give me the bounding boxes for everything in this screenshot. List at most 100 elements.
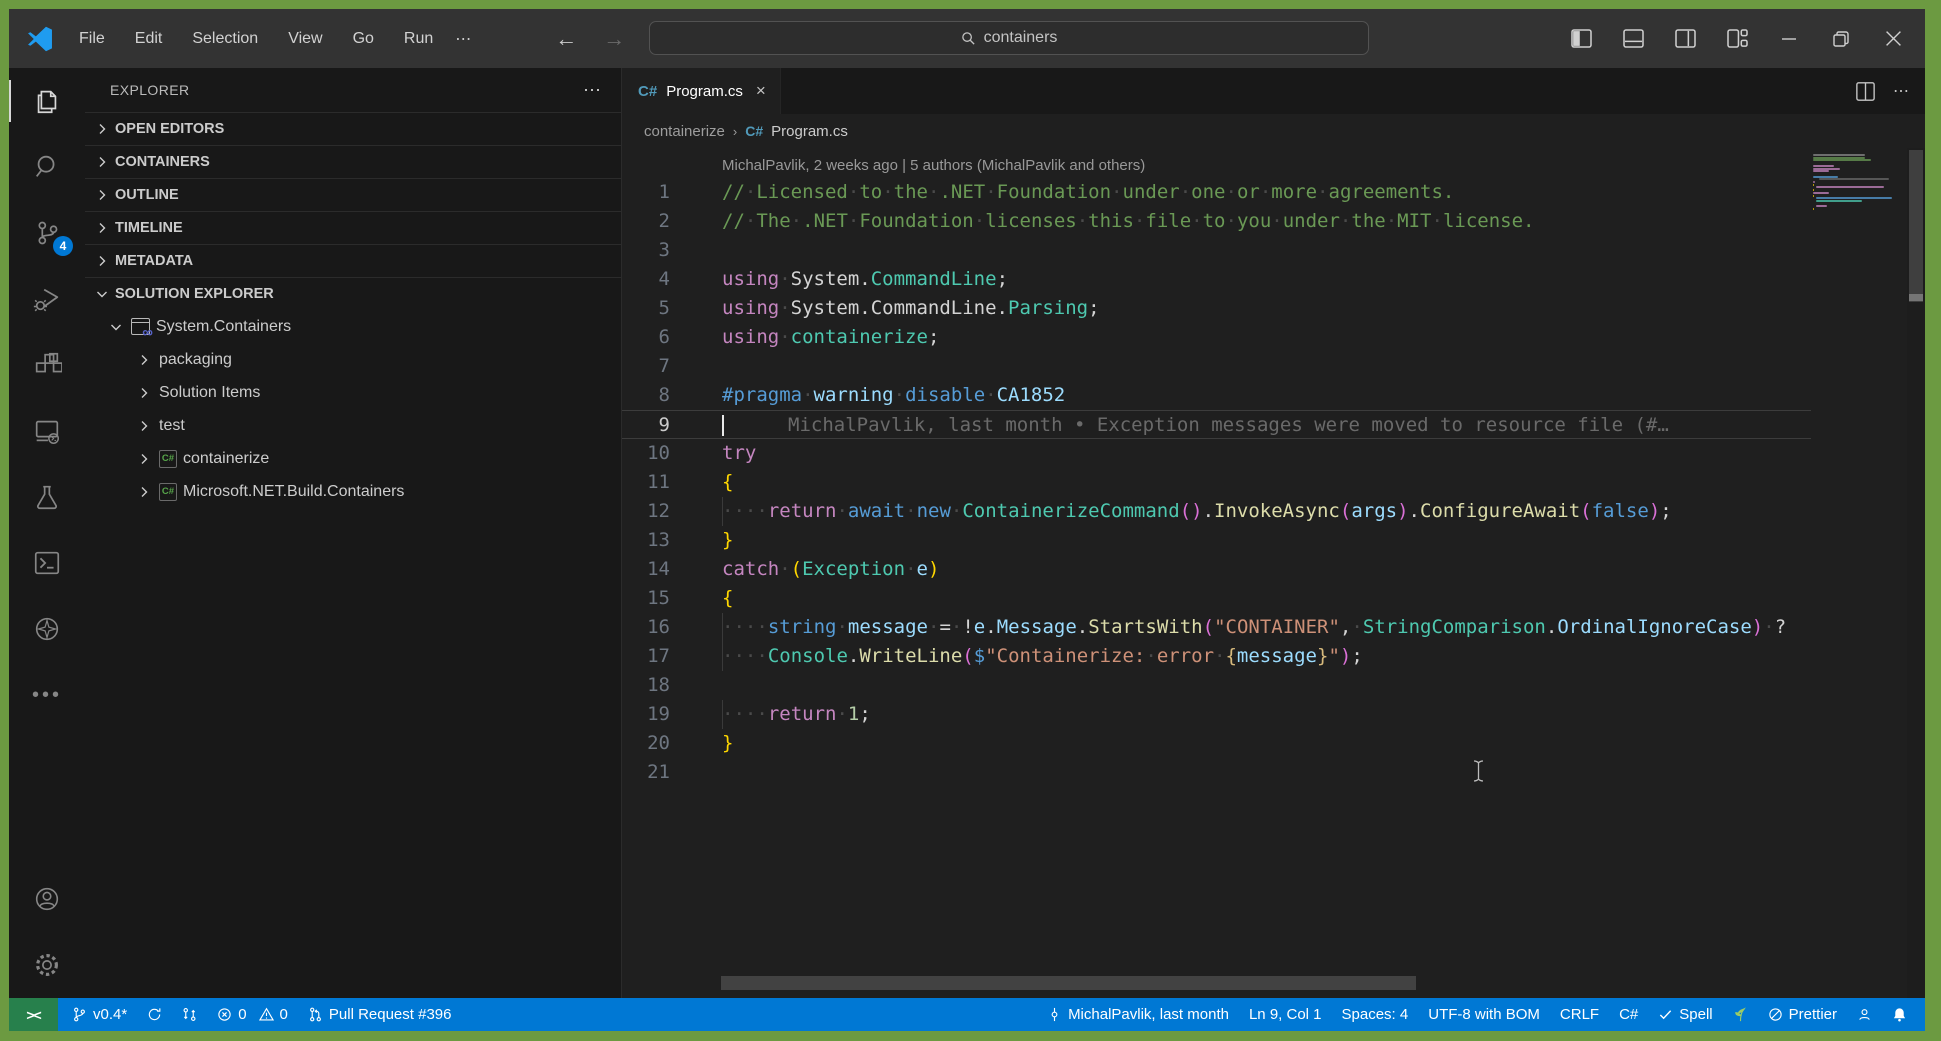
code-line-13[interactable]: 13} (622, 526, 1925, 555)
back-button[interactable]: ← (555, 26, 577, 52)
testing-icon[interactable] (9, 464, 85, 530)
code-line-11[interactable]: 11{ (622, 468, 1925, 497)
terminal-view-icon[interactable] (9, 530, 85, 596)
tab-program-cs[interactable]: C# Program.cs × (622, 68, 781, 114)
line-number: 5 (622, 294, 692, 323)
code-line-16[interactable]: 16····string·message·=·!e.Message.Starts… (622, 613, 1925, 642)
menu-view[interactable]: View (276, 26, 334, 52)
sync-status[interactable] (139, 998, 170, 1031)
notifications-bell[interactable] (1884, 998, 1915, 1031)
horizontal-scrollbar-thumb[interactable] (721, 976, 1416, 990)
indent-guide (722, 613, 723, 642)
remote-explorer-icon[interactable] (9, 398, 85, 464)
toggle-secondary-sidebar-icon[interactable] (1663, 19, 1707, 59)
section-solution-explorer[interactable]: SOLUTION EXPLORER (85, 277, 621, 310)
search-view-icon[interactable] (9, 134, 85, 200)
feedback[interactable] (1849, 998, 1880, 1031)
menu-file[interactable]: File (67, 26, 117, 52)
close-button[interactable] (1871, 19, 1915, 59)
menu-run[interactable]: Run (392, 26, 445, 52)
section-metadata[interactable]: METADATA (85, 244, 621, 277)
spell-checker[interactable]: Spell (1650, 998, 1720, 1031)
vertical-scrollbar[interactable] (1907, 148, 1925, 998)
code-line-6[interactable]: 6using·containerize; (622, 323, 1925, 352)
split-editor-icon[interactable] (1856, 82, 1875, 101)
code-line-19[interactable]: 19····return·1; (622, 700, 1925, 729)
breadcrumb-file[interactable]: Program.cs (771, 123, 848, 140)
code-line-14[interactable]: 14catch·(Exception·e) (622, 555, 1925, 584)
menu-overflow-button[interactable]: ⋯ (445, 25, 483, 53)
source-control-icon[interactable]: 4 (9, 200, 85, 266)
command-center-search[interactable]: containers (649, 21, 1369, 55)
compare-changes[interactable] (174, 998, 205, 1031)
indentation[interactable]: Spaces: 4 (1334, 998, 1417, 1031)
activity-bar: 4 ••• (9, 68, 85, 998)
codelens-authors[interactable]: MichalPavlik, 2 weeks ago | 5 authors (M… (722, 154, 1925, 178)
code-line-15[interactable]: 15{ (622, 584, 1925, 613)
code-line-10[interactable]: 10try (622, 439, 1925, 468)
editor-more-actions[interactable]: ⋯ (1893, 81, 1911, 101)
tree-item-containerize[interactable]: C#containerize (85, 442, 621, 475)
menu-selection[interactable]: Selection (180, 26, 270, 52)
eol[interactable]: CRLF (1552, 998, 1607, 1031)
run-debug-icon[interactable] (9, 266, 85, 332)
screenshot-root: { "window": { "menus": ["File", "Edit", … (0, 0, 1941, 1041)
code-editor[interactable]: MichalPavlik, 2 weeks ago | 5 authors (M… (622, 148, 1925, 998)
code-line-1[interactable]: 1//·Licensed·to·the·.NET·Foundation·unde… (622, 178, 1925, 207)
toggle-panel-icon[interactable] (1611, 19, 1655, 59)
branch-status[interactable]: v0.4* (64, 998, 135, 1031)
code-line-17[interactable]: 17····Console.WriteLine($"Containerize:·… (622, 642, 1925, 671)
pull-request[interactable]: Pull Request #396 (300, 998, 460, 1031)
minimize-button[interactable] (1767, 19, 1811, 59)
extension-plant[interactable] (1725, 998, 1756, 1031)
line-number: 18 (622, 671, 692, 700)
feedback-icon (1857, 1007, 1872, 1022)
blame-status[interactable]: MichalPavlik, last month (1039, 998, 1237, 1031)
breadcrumb-folder[interactable]: containerize (644, 123, 725, 140)
explorer-icon[interactable] (9, 68, 85, 134)
code-line-3[interactable]: 3 (622, 236, 1925, 265)
toggle-sidebar-icon[interactable] (1559, 19, 1603, 59)
code-line-2[interactable]: 2//·The·.NET·Foundation·licenses·this·fi… (622, 207, 1925, 236)
settings-gear-icon[interactable] (9, 932, 85, 998)
prettier[interactable]: Prettier (1760, 998, 1845, 1031)
encoding[interactable]: UTF-8 with BOM (1420, 998, 1548, 1031)
forward-button[interactable]: → (603, 26, 625, 52)
explorer-sections: OPEN EDITORSCONTAINERSOUTLINETIMELINEMET… (85, 112, 621, 508)
code-line-8[interactable]: 8#pragma·warning·disable·CA1852 (622, 381, 1925, 410)
chevron-right-icon (93, 120, 111, 138)
cursor-position[interactable]: Ln 9, Col 1 (1241, 998, 1330, 1031)
restore-button[interactable] (1819, 19, 1863, 59)
problems[interactable]: 00 (209, 998, 296, 1031)
accounts-icon[interactable] (9, 866, 85, 932)
tree-item-microsoft-net-build-containers[interactable]: C#Microsoft.NET.Build.Containers (85, 475, 621, 508)
remote-indicator[interactable]: >< (9, 998, 58, 1031)
tree-item-packaging[interactable]: packaging (85, 343, 621, 376)
additional-views-icon[interactable]: ••• (9, 662, 85, 728)
code-line-20[interactable]: 20} (622, 729, 1925, 758)
code-line-12[interactable]: 12····return·await·new·ContainerizeComma… (622, 497, 1925, 526)
language-mode[interactable]: C# (1611, 998, 1646, 1031)
vertical-scrollbar-thumb[interactable] (1909, 150, 1923, 302)
menu-go[interactable]: Go (341, 26, 386, 52)
tree-item-solution-items[interactable]: Solution Items (85, 376, 621, 409)
minimap[interactable] (1811, 148, 1907, 998)
code-line-5[interactable]: 5using·System.CommandLine.Parsing; (622, 294, 1925, 323)
code-line-4[interactable]: 4using·System.CommandLine; (622, 265, 1925, 294)
section-outline[interactable]: OUTLINE (85, 178, 621, 211)
compass-extension-icon[interactable] (9, 596, 85, 662)
tree-item-system-containers[interactable]: ∞System.Containers (85, 310, 621, 343)
code-line-7[interactable]: 7 (622, 352, 1925, 381)
extensions-icon[interactable] (9, 332, 85, 398)
tree-item-test[interactable]: test (85, 409, 621, 442)
customize-layout-icon[interactable] (1715, 19, 1759, 59)
menu-edit[interactable]: Edit (123, 26, 175, 52)
code-line-18[interactable]: 18 (622, 671, 1925, 700)
code-line-9[interactable]: 9MichalPavlik, last month • Exception me… (622, 410, 1925, 439)
section-timeline[interactable]: TIMELINE (85, 211, 621, 244)
section-containers[interactable]: CONTAINERS (85, 145, 621, 178)
section-open-editors[interactable]: OPEN EDITORS (85, 112, 621, 145)
explorer-more-actions[interactable]: ⋯ (583, 80, 603, 101)
code-line-21[interactable]: 21 (622, 758, 1925, 787)
tab-close-icon[interactable]: × (756, 81, 766, 101)
